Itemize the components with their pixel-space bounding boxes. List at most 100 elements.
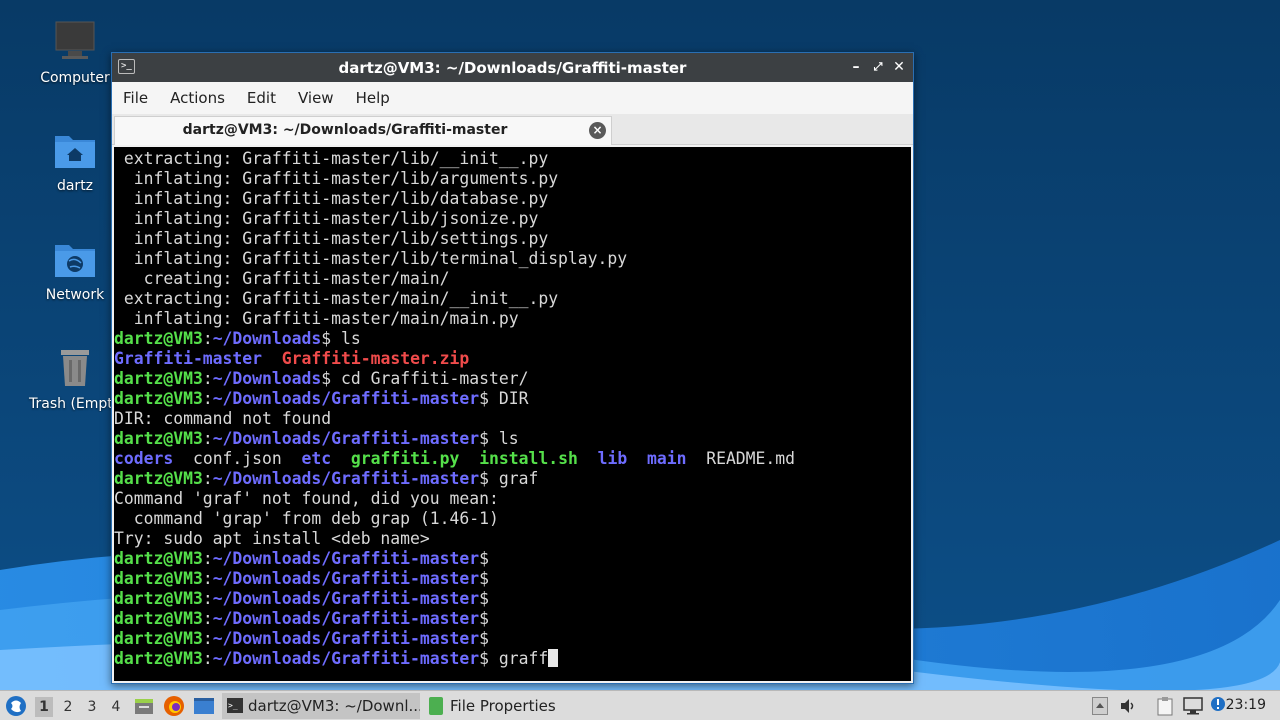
notification-icon[interactable] (1210, 696, 1226, 716)
workspace-3[interactable]: 3 (83, 697, 101, 717)
prompt-user: dartz@VM3 (114, 369, 203, 388)
menu-edit[interactable]: Edit (247, 89, 276, 107)
tab-label: dartz@VM3: ~/Downloads/Graffiti-master (182, 122, 508, 138)
menu-view[interactable]: View (298, 89, 334, 107)
ls-entry-dir: coders (114, 449, 174, 468)
terminal-line: dartz@VM3:~/Downloads/Graffiti-master$ (114, 549, 911, 569)
terminal-line: inflating: Graffiti-master/main/main.py (114, 309, 911, 329)
prompt-user: dartz@VM3 (114, 429, 203, 448)
menu-actions[interactable]: Actions (170, 89, 225, 107)
computer-icon (53, 20, 97, 64)
workspace-1[interactable]: 1 (35, 697, 53, 717)
prompt-path: ~/Downloads/Graffiti-master (212, 589, 480, 608)
tab-terminal[interactable]: dartz@VM3: ~/Downloads/Graffiti-master × (114, 116, 612, 145)
task-label: File Properties (450, 697, 556, 715)
terminal-line: dartz@VM3:~/Downloads$ ls (114, 329, 911, 349)
network-folder-icon (53, 237, 97, 281)
workspace-2[interactable]: 2 (59, 697, 77, 717)
show-desktop-icon[interactable] (193, 696, 215, 720)
command-text: DIR (489, 389, 529, 408)
prompt-user: dartz@VM3 (114, 549, 203, 568)
prompt-path: ~/Downloads/Graffiti-master (212, 469, 480, 488)
terminal-window[interactable]: >_ dartz@VM3: ~/Downloads/Graffiti-maste… (111, 52, 914, 684)
prompt-path: ~/Downloads/Graffiti-master (212, 629, 480, 648)
desktop-icon-computer[interactable]: Computer (27, 20, 123, 86)
output-text: inflating: Graffiti-master/lib/terminal_… (114, 249, 628, 268)
window-titlebar[interactable]: >_ dartz@VM3: ~/Downloads/Graffiti-maste… (112, 53, 913, 82)
prompt-colon: : (202, 589, 213, 608)
ls-entry-dir: main (646, 449, 687, 468)
desktop-icon-label: Trash (Empt (29, 396, 113, 412)
clipboard-icon[interactable] (1157, 696, 1173, 720)
terminal-line: extracting: Graffiti-master/lib/__init__… (114, 149, 911, 169)
menu-help[interactable]: Help (356, 89, 390, 107)
output-text: inflating: Graffiti-master/lib/settings.… (114, 229, 549, 248)
terminal-cursor (548, 649, 559, 667)
clock[interactable]: 23:19 (1226, 697, 1266, 713)
desktop-icon-network[interactable]: Network (27, 237, 123, 303)
desktop-icon-trash[interactable]: Trash (Empt (27, 346, 123, 412)
command-text: graff (489, 649, 549, 668)
file-properties-task-icon (429, 697, 443, 715)
desktop-icon-label: Network (45, 287, 105, 303)
output-text: inflating: Graffiti-master/lib/arguments… (114, 169, 559, 188)
prompt-symbol: $ (321, 369, 332, 388)
maximize-button[interactable]: ⤢ (868, 57, 888, 77)
task-file-properties[interactable]: File Properties (424, 693, 574, 719)
output-text: creating: Graffiti-master/main/ (114, 269, 450, 288)
network-status-icon[interactable] (1183, 697, 1203, 719)
terminal-line: dartz@VM3:~/Downloads/Graffiti-master$ g… (114, 649, 911, 669)
ls-entry-dir: Graffiti-master (114, 349, 263, 368)
prompt-colon: : (202, 549, 213, 568)
file-manager-icon[interactable] (134, 696, 154, 720)
prompt-symbol: $ (479, 469, 489, 488)
trash-icon (53, 346, 97, 390)
ls-entry-dir: etc (301, 449, 332, 468)
workspace-4[interactable]: 4 (107, 697, 125, 717)
prompt-user: dartz@VM3 (114, 389, 203, 408)
ls-entry-exe: graffiti.py (350, 449, 460, 468)
terminal-line: inflating: Graffiti-master/lib/terminal_… (114, 249, 911, 269)
terminal-line: inflating: Graffiti-master/lib/database.… (114, 189, 911, 209)
prompt-path: ~/Downloads/Graffiti-master (212, 549, 480, 568)
output-text: inflating: Graffiti-master/lib/jsonize.p… (114, 209, 539, 228)
prompt-path: ~/Downloads/Graffiti-master (212, 389, 480, 408)
prompt-symbol: $ (479, 569, 489, 588)
prompt-path: ~/Downloads/Graffiti-master (212, 429, 480, 448)
prompt-colon: : (202, 429, 213, 448)
task-terminal[interactable]: >_ dartz@VM3: ~/Downl... (222, 693, 420, 719)
desktop-icon-home[interactable]: dartz (27, 128, 123, 194)
ls-entry-exe: install.sh (479, 449, 578, 468)
terminal-line: coders conf.json etc graffiti.py install… (114, 449, 911, 469)
menu-file[interactable]: File (123, 89, 148, 107)
prompt-colon: : (202, 609, 213, 628)
tab-close-icon[interactable]: × (589, 122, 606, 139)
prompt-symbol: $ (479, 389, 489, 408)
menu-bar: File Actions Edit View Help (112, 82, 913, 114)
terminal-line: dartz@VM3:~/Downloads/Graffiti-master$ g… (114, 469, 911, 489)
desktop-icon-label: dartz (56, 178, 94, 194)
prompt-colon: : (202, 569, 213, 588)
prompt-path: ~/Downloads/Graffiti-master (212, 649, 480, 668)
tab-bar: dartz@VM3: ~/Downloads/Graffiti-master × (112, 114, 913, 145)
firefox-icon[interactable] (163, 695, 185, 720)
terminal-line: dartz@VM3:~/Downloads/Graffiti-master$ l… (114, 429, 911, 449)
minimize-button[interactable]: – (846, 57, 866, 77)
terminal-line: command 'grap' from deb grap (1.46-1) (114, 509, 911, 529)
start-menu-icon[interactable] (5, 695, 27, 720)
ls-entry-plain: conf.json (173, 449, 302, 468)
terminal-output[interactable]: extracting: Graffiti-master/lib/__init__… (114, 147, 911, 681)
prompt-user: dartz@VM3 (114, 609, 203, 628)
close-button[interactable]: ✕ (889, 57, 909, 77)
prompt-user: dartz@VM3 (114, 649, 203, 668)
prompt-symbol: $ (479, 649, 489, 668)
tray-arrow-icon[interactable] (1092, 697, 1108, 719)
terminal-line: inflating: Graffiti-master/lib/settings.… (114, 229, 911, 249)
prompt-symbol: $ (321, 329, 332, 348)
prompt-symbol: $ (479, 429, 489, 448)
output-text: inflating: Graffiti-master/main/main.py (114, 309, 519, 328)
prompt-user: dartz@VM3 (114, 469, 203, 488)
prompt-colon: : (202, 369, 213, 388)
prompt-path: ~/Downloads/Graffiti-master (212, 609, 480, 628)
volume-icon[interactable] (1119, 697, 1137, 719)
